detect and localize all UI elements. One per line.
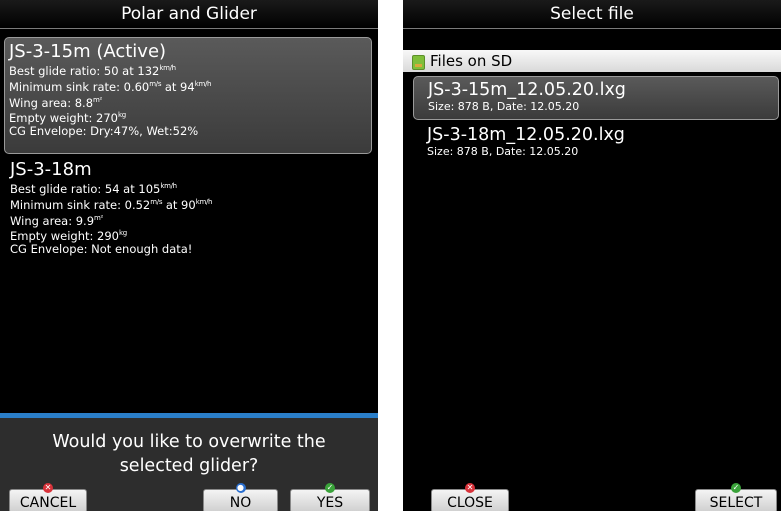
yes-label: YES — [316, 495, 344, 511]
wing-area: Wing area: 9.9m² — [10, 213, 104, 228]
min-sink: Minimum sink rate: 0.52m/s at 90km/h — [10, 197, 213, 212]
glider-item-active[interactable]: JS-3-15m (Active) Best glide ratio: 50 a… — [4, 37, 372, 154]
no-icon: ● — [235, 483, 246, 493]
cancel-button[interactable]: ✕ CANCEL — [9, 483, 87, 511]
sd-card-icon — [412, 55, 425, 70]
close-label: CLOSE — [447, 495, 493, 511]
page-title: Polar and Glider — [0, 0, 378, 29]
cg-envelope: CG Envelope: Not enough data! — [10, 242, 193, 257]
file-item-selected[interactable]: JS-3-15m_12.05.20.lxg Size: 878 B, Date:… — [413, 76, 779, 120]
best-glide: Best glide ratio: 54 at 105km/h — [10, 181, 177, 196]
check-icon: ✓ — [325, 483, 335, 493]
cancel-label: CANCEL — [19, 495, 77, 511]
no-label: NO — [229, 495, 252, 511]
no-button[interactable]: ● NO — [203, 483, 278, 511]
glider-item[interactable]: JS-3-18m Best glide ratio: 54 at 105km/h… — [4, 156, 370, 266]
check-icon: ✓ — [731, 483, 741, 493]
section-label: Files on SD — [430, 52, 513, 70]
yes-button[interactable]: ✓ YES — [290, 483, 370, 511]
file-name: JS-3-18m_12.05.20.lxg — [427, 125, 625, 145]
file-meta: Size: 878 B, Date: 12.05.20 — [428, 100, 580, 113]
polar-glider-screen: Polar and Glider JS-3-15m (Active) Best … — [0, 0, 378, 511]
select-button[interactable]: ✓ SELECT — [695, 483, 777, 511]
page-title: Select file — [403, 0, 781, 29]
file-name: JS-3-15m_12.05.20.lxg — [428, 80, 626, 100]
section-header: Files on SD — [403, 50, 781, 72]
cg-envelope: CG Envelope: Dry:47%, Wet:52% — [9, 124, 199, 139]
best-glide: Best glide ratio: 50 at 132km/h — [9, 63, 176, 78]
empty-weight: Empty weight: 270kg — [9, 111, 126, 126]
file-item[interactable]: JS-3-18m_12.05.20.lxg Size: 878 B, Date:… — [413, 125, 777, 167]
file-meta: Size: 878 B, Date: 12.05.20 — [427, 145, 579, 158]
dialog-question: Would you like to overwrite the selected… — [52, 432, 326, 476]
cancel-icon: ✕ — [43, 483, 53, 493]
min-sink: Minimum sink rate: 0.60m/s at 94km/h — [9, 79, 212, 94]
empty-weight: Empty weight: 290kg — [10, 229, 127, 244]
close-icon: ✕ — [465, 483, 475, 493]
glider-name: JS-3-18m — [10, 159, 92, 180]
select-file-screen: Select file Files on SD JS-3-15m_12.05.2… — [403, 0, 781, 511]
wing-area: Wing area: 8.8m² — [9, 95, 103, 110]
glider-name: JS-3-15m (Active) — [9, 41, 167, 62]
select-label: SELECT — [709, 495, 763, 511]
close-button[interactable]: ✕ CLOSE — [431, 483, 509, 511]
